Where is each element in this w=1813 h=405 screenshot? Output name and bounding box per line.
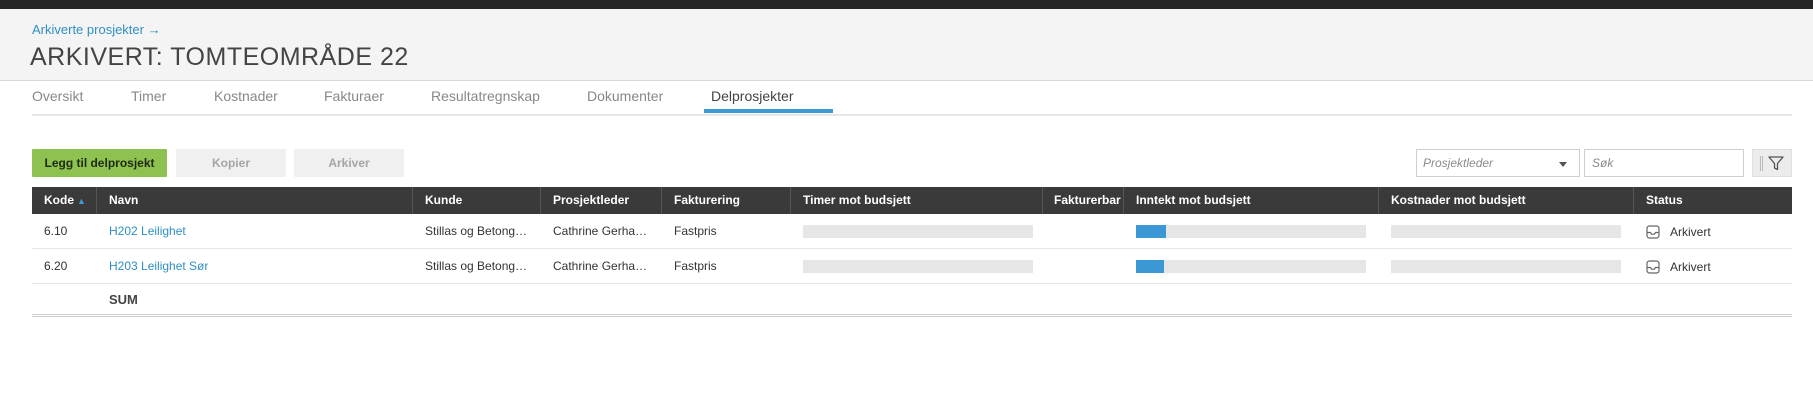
table-row[interactable]: 6.10 H202 Leilighet Stillas og Betong… C… [32, 214, 1792, 249]
column-header-fakturerbar[interactable]: Fakturerbar [1043, 187, 1124, 214]
page-title: ARKIVERT: TOMTEOMRÅDE 22 [30, 43, 409, 71]
status-label: Arkivert [1670, 225, 1711, 239]
timer-progress-bar [803, 260, 1033, 273]
tab-timer[interactable]: Timer [131, 88, 166, 104]
subprojects-table: Kode ▲ Navn Kunde Prosjektleder Faktureri… [32, 187, 1792, 317]
tab-oversikt[interactable]: Oversikt [32, 88, 83, 104]
cell-fakturering: Fastpris [674, 224, 717, 238]
kostnader-progress-bar [1391, 260, 1621, 273]
column-header-prosjektleder[interactable]: Prosjektleder [541, 187, 662, 214]
cell-kunde: Stillas og Betong… [425, 224, 528, 238]
column-header-fakturering[interactable]: Fakturering [662, 187, 791, 214]
divider [1760, 156, 1763, 171]
column-header-inntekt[interactable]: Inntekt mot budsjett [1124, 187, 1379, 214]
cell-kode: 6.10 [44, 224, 68, 238]
sum-row: SUM [32, 284, 1792, 317]
status-badge: Arkivert [1634, 214, 1792, 249]
column-header-kunde[interactable]: Kunde [413, 187, 541, 214]
timer-progress-bar [803, 225, 1033, 238]
tab-delprosjekter[interactable]: Delprosjekter [711, 88, 793, 104]
column-header-kostnader[interactable]: Kostnader mot budsjett [1379, 187, 1634, 214]
project-lead-placeholder: Prosjektleder [1423, 156, 1494, 170]
archive-box-icon [1646, 260, 1660, 274]
column-header-navn[interactable]: Navn [97, 187, 413, 214]
column-header-kode[interactable]: Kode ▲ [32, 187, 97, 214]
top-bar [0, 0, 1813, 9]
archive-box-icon [1646, 225, 1660, 239]
add-subproject-button[interactable]: Legg til delprosjekt [32, 149, 167, 177]
table-header: Kode ▲ Navn Kunde Prosjektleder Faktureri… [32, 187, 1792, 214]
tab-dokumenter[interactable]: Dokumenter [587, 88, 663, 104]
chevron-down-icon [1559, 162, 1567, 167]
column-header-status[interactable]: Status [1634, 187, 1792, 214]
project-lead-select[interactable]: Prosjektleder [1416, 149, 1580, 177]
tab-bar: Oversikt Timer Kostnader Fakturaer Resul… [32, 82, 1792, 116]
column-header-timer[interactable]: Timer mot budsjett [791, 187, 1043, 214]
breadcrumb-archived-projects[interactable]: Arkiverte prosjekter → [32, 22, 161, 37]
cell-prosjektleder: Cathrine Gerha… [553, 224, 648, 238]
progress-fill [1136, 260, 1164, 273]
cell-fakturering: Fastpris [674, 259, 717, 273]
cell-kunde: Stillas og Betong… [425, 259, 528, 273]
search-input[interactable] [1584, 149, 1744, 177]
column-label: Kode [44, 193, 74, 207]
filter-icon [1768, 156, 1784, 171]
filter-button[interactable] [1752, 149, 1792, 177]
sort-ascending-icon: ▲ [77, 196, 86, 206]
tab-kostnader[interactable]: Kostnader [214, 88, 278, 104]
table-row[interactable]: 6.20 H203 Leilighet Sør Stillas og Beton… [32, 249, 1792, 284]
status-badge: Arkivert [1634, 249, 1792, 284]
project-link[interactable]: H202 Leilighet [97, 214, 413, 249]
tab-fakturaer[interactable]: Fakturaer [324, 88, 384, 104]
sum-label: SUM [109, 292, 138, 307]
cell-prosjektleder: Cathrine Gerha… [553, 259, 648, 273]
active-tab-indicator [704, 109, 833, 113]
progress-fill [1136, 225, 1166, 238]
inntekt-progress-bar [1136, 225, 1366, 238]
project-link[interactable]: H203 Leilighet Sør [97, 249, 413, 284]
inntekt-progress-bar [1136, 260, 1366, 273]
status-label: Arkivert [1670, 260, 1711, 274]
tab-resultatregnskap[interactable]: Resultatregnskap [431, 88, 540, 104]
copy-button[interactable]: Kopier [176, 149, 286, 177]
archive-button[interactable]: Arkiver [294, 149, 404, 177]
page-header: Arkiverte prosjekter → ARKIVERT: TOMTEOM… [0, 9, 1813, 81]
cell-kode: 6.20 [44, 259, 68, 273]
kostnader-progress-bar [1391, 225, 1621, 238]
